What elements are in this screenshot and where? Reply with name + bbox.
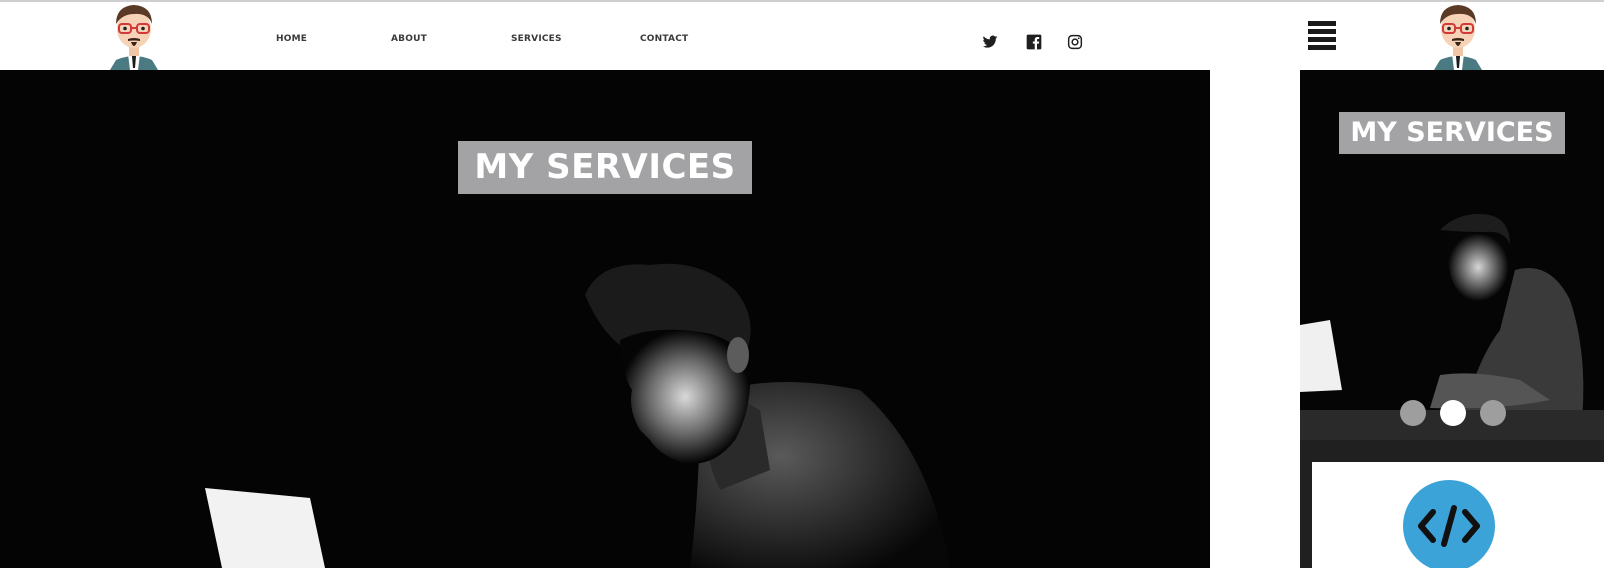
nav-services[interactable]: Services: [511, 34, 562, 44]
slider-dots: [1400, 400, 1520, 428]
mobile-hero-title: My Services: [1339, 112, 1565, 154]
nav-contact[interactable]: Contact: [640, 34, 688, 44]
mobile-avatar-logo[interactable]: [1426, 2, 1490, 70]
hamburger-menu-icon[interactable]: [1308, 21, 1336, 55]
desktop-hero: My Services: [0, 70, 1210, 568]
avatar-logo[interactable]: [102, 2, 166, 70]
code-icon: [1403, 480, 1495, 568]
slider-dot-3[interactable]: [1480, 400, 1506, 426]
website-editor-preview: Home About Services Contact: [0, 0, 1604, 568]
hero-title: My Services: [458, 141, 752, 194]
mobile-preview-frame: My Services: [1300, 70, 1604, 568]
desktop-header: Home About Services Contact: [0, 2, 1210, 72]
slider-dot-1[interactable]: [1400, 400, 1426, 426]
instagram-icon[interactable]: [1067, 34, 1083, 50]
twitter-icon[interactable]: [982, 34, 998, 50]
nav-home[interactable]: Home: [276, 34, 307, 44]
mobile-hero: My Services: [1300, 70, 1604, 440]
mobile-header: [1288, 2, 1604, 70]
facebook-icon[interactable]: [1026, 34, 1042, 50]
nav-about[interactable]: About: [391, 34, 427, 44]
slider-dot-2[interactable]: [1440, 400, 1466, 426]
service-card: [1312, 462, 1604, 568]
